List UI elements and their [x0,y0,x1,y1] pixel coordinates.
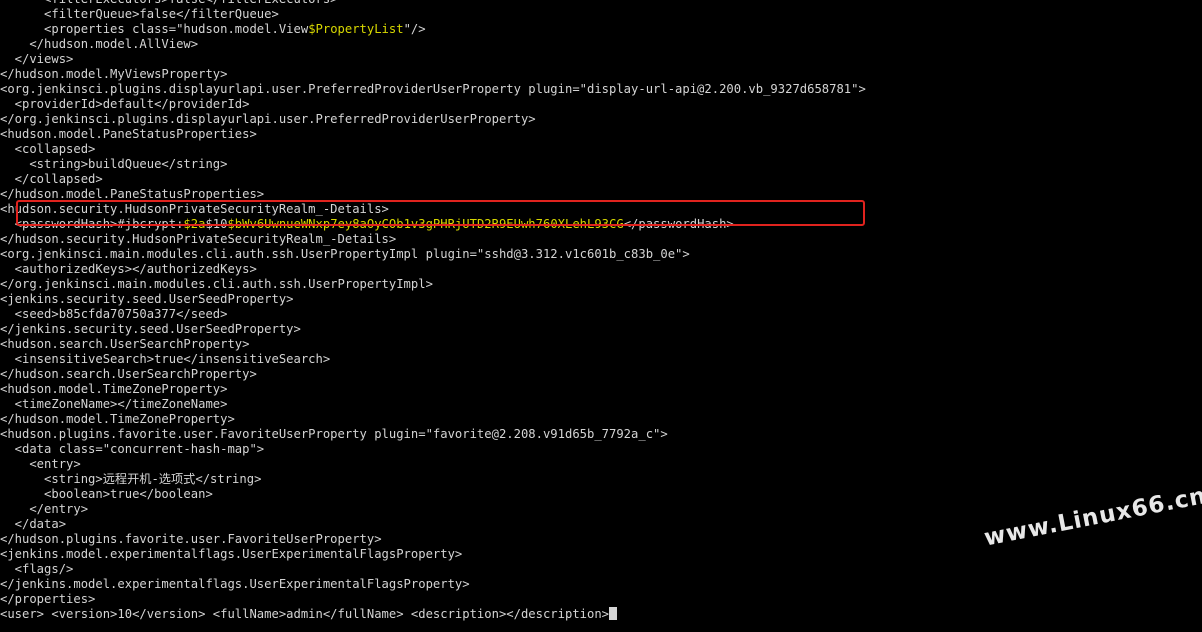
terminal-line: </entry> [0,502,1202,517]
terminal-line: </hudson.model.MyViewsProperty> [0,67,1202,82]
terminal-line-text: $10 [205,217,228,231]
terminal-line-text: </views> [0,52,74,66]
terminal-line: <hudson.plugins.favorite.user.FavoriteUs… [0,427,1202,442]
terminal-line: <properties class="hudson.model.View$Pro… [0,22,1202,37]
terminal-line: </hudson.model.TimeZoneProperty> [0,412,1202,427]
terminal-line-text: <authorizedKeys></authorizedKeys> [0,262,257,276]
terminal-line-text: </hudson.search.UserSearchProperty> [0,367,257,381]
terminal-line-text: </collapsed> [0,172,103,186]
terminal-line: <jenkins.security.seed.UserSeedProperty> [0,292,1202,307]
terminal-line: <string>buildQueue</string> [0,157,1202,172]
terminal-line-text: </org.jenkinsci.plugins.displayurlapi.us… [0,112,536,126]
terminal-line: <hudson.model.TimeZoneProperty> [0,382,1202,397]
terminal-line-text: </hudson.model.MyViewsProperty> [0,67,228,81]
terminal-line-text: </jenkins.security.seed.UserSeedProperty… [0,322,301,336]
terminal-line-text: <hudson.plugins.favorite.user.FavoriteUs… [0,427,668,441]
terminal-line: </hudson.search.UserSearchProperty> [0,367,1202,382]
terminal-line: <filterQueue>false</filterQueue> [0,7,1202,22]
terminal-line-text: </entry> [0,502,89,516]
terminal-line: </jenkins.model.experimentalflags.UserEx… [0,577,1202,592]
terminal-line-text: "/> [403,22,426,36]
terminal-line: <org.jenkinsci.plugins.displayurlapi.use… [0,82,1202,97]
terminal-line-text: <entry> [0,457,81,471]
terminal-line-text: </passwordHash> [623,217,734,231]
terminal-line-text: </hudson.plugins.favorite.user.FavoriteU… [0,532,382,546]
terminal-line: </org.jenkinsci.plugins.displayurlapi.us… [0,112,1202,127]
terminal-line-text: </hudson.model.PaneStatusProperties> [0,187,265,201]
terminal-line: <filterExecutors>false</filterExecutors> [0,0,1202,7]
terminal-line: <org.jenkinsci.main.modules.cli.auth.ssh… [0,247,1202,262]
terminal-line-text: <seed>b85cfda70750a377</seed> [0,307,228,321]
terminal-line: </hudson.model.AllView> [0,37,1202,52]
terminal-line-text: <org.jenkinsci.plugins.displayurlapi.use… [0,82,866,96]
highlighted-token: $PropertyList [308,22,404,36]
terminal-line-text: </hudson.security.HudsonPrivateSecurityR… [0,232,397,246]
terminal-line-text: <flags/> [0,562,74,576]
terminal-line: <collapsed> [0,142,1202,157]
terminal-line-text: <string>buildQueue</string> [0,157,228,171]
terminal-line: <insensitiveSearch>true</insensitiveSear… [0,352,1202,367]
terminal-line-text: <insensitiveSearch>true</insensitiveSear… [0,352,331,366]
terminal-line: <data class="concurrent-hash-map"> [0,442,1202,457]
terminal-line-text: <properties class="hudson.model.View [0,22,309,36]
terminal-line-text: <filterQueue>false</filterQueue> [0,7,279,21]
terminal-line-text: <boolean>true</boolean> [0,487,213,501]
terminal-line-text: <jenkins.security.seed.UserSeedProperty> [0,292,294,306]
terminal-line: </org.jenkinsci.main.modules.cli.auth.ss… [0,277,1202,292]
terminal-line: <seed>b85cfda70750a377</seed> [0,307,1202,322]
terminal-line-text: </org.jenkinsci.main.modules.cli.auth.ss… [0,277,433,291]
terminal-line-text: <string>远程开机-选项式</string> [0,472,262,486]
terminal-line-text: </hudson.model.AllView> [0,37,199,51]
terminal-line: <timeZoneName></timeZoneName> [0,397,1202,412]
terminal-line-text: <providerId>default</providerId> [0,97,250,111]
terminal-line-text: <collapsed> [0,142,96,156]
terminal-line: </jenkins.security.seed.UserSeedProperty… [0,322,1202,337]
terminal-line-text: <org.jenkinsci.main.modules.cli.auth.ssh… [0,247,690,261]
terminal-line-text: </data> [0,517,67,531]
terminal-line-text: <data class="concurrent-hash-map"> [0,442,265,456]
terminal-line: <entry> [0,457,1202,472]
terminal-line-text: <filterExecutors>false</filterExecutors> [0,0,338,6]
terminal-line-text: <hudson.security.HudsonPrivateSecurityRe… [0,202,389,216]
terminal-line: </hudson.model.PaneStatusProperties> [0,187,1202,202]
terminal-line: <flags/> [0,562,1202,577]
highlighted-token: $2a [183,217,206,231]
terminal-line-text: </jenkins.model.experimentalflags.UserEx… [0,577,470,591]
terminal-line: <boolean>true</boolean> [0,487,1202,502]
terminal-line-text: </properties> [0,592,96,606]
terminal-line: <hudson.search.UserSearchProperty> [0,337,1202,352]
terminal-line: <providerId>default</providerId> [0,97,1202,112]
terminal-line-text: <hudson.model.PaneStatusProperties> [0,127,257,141]
terminal-line: </collapsed> [0,172,1202,187]
terminal-line: <user> <version>10</version> <fullName>a… [0,607,1202,622]
terminal-line: <hudson.security.HudsonPrivateSecurityRe… [0,202,1202,217]
terminal-line-text: </hudson.model.TimeZoneProperty> [0,412,235,426]
terminal-line: <passwordHash>#jbcrypt:$2a$10$bWv6UwnueW… [0,217,1202,232]
terminal-line-text: <hudson.search.UserSearchProperty> [0,337,250,351]
terminal-line-text: <jenkins.model.experimentalflags.UserExp… [0,547,463,561]
terminal-line-text: <passwordHash>#jbcrypt: [0,217,184,231]
terminal-line-text: <hudson.model.TimeZoneProperty> [0,382,228,396]
terminal-line: </properties> [0,592,1202,607]
terminal-line: <string>远程开机-选项式</string> [0,472,1202,487]
terminal-line-text: <timeZoneName></timeZoneName> [0,397,228,411]
terminal-line: <authorizedKeys></authorizedKeys> [0,262,1202,277]
terminal-line-text: <user> <version>10</version> <fullName>a… [0,607,610,621]
terminal-cursor [609,607,618,620]
terminal-line: <jenkins.model.experimentalflags.UserExp… [0,547,1202,562]
terminal-line: </views> [0,52,1202,67]
terminal-line: </hudson.security.HudsonPrivateSecurityR… [0,232,1202,247]
terminal-line: <hudson.model.PaneStatusProperties> [0,127,1202,142]
highlighted-token: $bWv6UwnueWNxp7ey8aOyCOb1v3gPHRjUTD2R9EU… [227,217,624,231]
